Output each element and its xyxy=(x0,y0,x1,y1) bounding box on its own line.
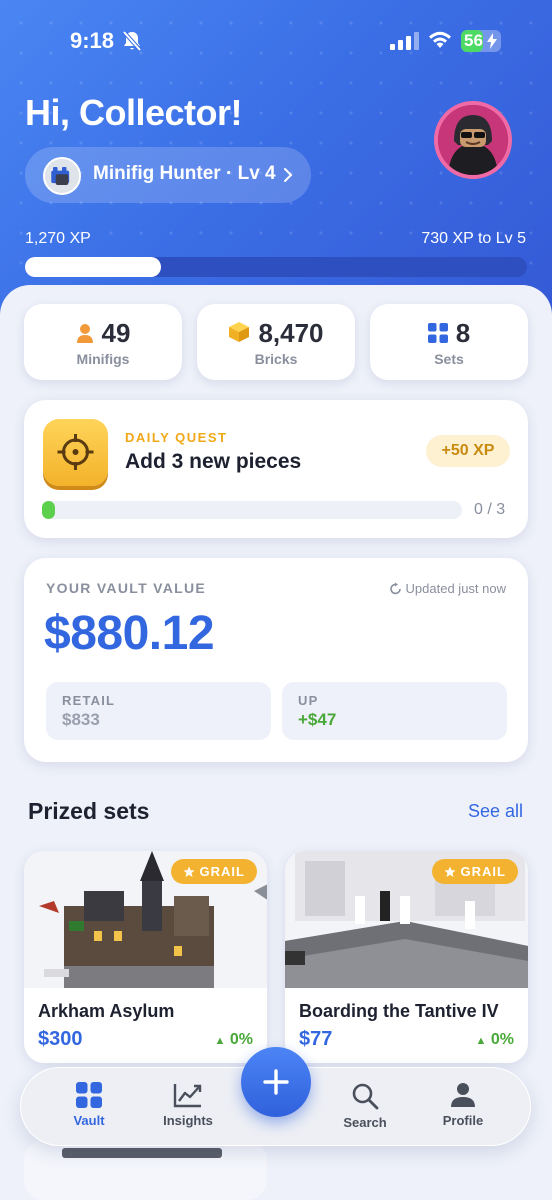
up-box: UP +$47 xyxy=(282,682,507,740)
charging-bolt-icon xyxy=(487,33,497,49)
set-change: ▲ 0% xyxy=(476,1031,514,1049)
tab-profile-label: Profile xyxy=(442,1113,484,1128)
quest-kicker: DAILY QUEST xyxy=(125,430,228,445)
quest-progress-count: 0 / 3 xyxy=(474,501,506,518)
stat-sets-label: Sets xyxy=(434,351,464,367)
vault-value-card[interactable]: YOUR VAULT VALUE Updated just now $880.1… xyxy=(24,558,528,762)
set-card-arkham-asylum[interactable]: GRAIL Arkham Asylum $300 ▲ 0% xyxy=(24,851,267,1063)
set-change-value: 0% xyxy=(490,1031,514,1048)
xp-progress-fill xyxy=(25,257,161,277)
set-name: Boarding the Tantive IV xyxy=(299,1001,499,1021)
set-name: Arkham Asylum xyxy=(38,1001,175,1021)
retail-box: RETAIL $833 xyxy=(46,682,271,740)
crosshair-icon xyxy=(43,419,108,486)
up-value: +$47 xyxy=(298,710,337,729)
quest-reward-badge: +50 XP xyxy=(426,435,510,467)
avatar[interactable] xyxy=(434,101,512,179)
quest-progress-fill xyxy=(42,501,55,519)
bell-off-icon xyxy=(122,30,142,52)
grid-icon xyxy=(427,323,448,343)
status-time: 9:18 xyxy=(70,28,115,53)
grail-badge: GRAIL xyxy=(170,859,257,884)
xp-current: 1,270 XP xyxy=(25,230,91,247)
add-button[interactable] xyxy=(241,1047,311,1117)
person-icon xyxy=(76,324,93,343)
star-icon xyxy=(444,866,456,877)
stat-bricks-label: Bricks xyxy=(254,351,298,367)
set-card-boarding-the-tantive-iv[interactable]: GRAIL Boarding the Tantive IV $77 ▲ 0% xyxy=(285,851,528,1063)
daily-quest-card[interactable]: DAILY QUEST Add 3 new pieces +50 XP 0 / … xyxy=(24,400,528,538)
triangle-up-icon: ▲ xyxy=(475,1035,487,1047)
tab-vault-label: Vault xyxy=(73,1113,105,1128)
search-icon xyxy=(352,1083,379,1110)
greeting-title: Hi, Collector! xyxy=(25,92,243,133)
cube-icon xyxy=(229,322,250,342)
grail-badge: GRAIL xyxy=(431,859,518,884)
xp-progress-bar xyxy=(25,257,527,277)
tab-profile[interactable]: Profile xyxy=(418,1082,508,1138)
vault-updated: Updated just now xyxy=(389,581,506,596)
prized-sets-title: Prized sets xyxy=(28,798,150,824)
next-set-image-peek xyxy=(62,1148,222,1158)
stat-sets-value: 8 xyxy=(455,318,471,348)
stat-minifigs[interactable]: 49 Minifigs xyxy=(24,304,182,380)
set-change: ▲ 0% xyxy=(215,1031,253,1049)
stat-sets[interactable]: 8 Sets xyxy=(370,304,528,380)
up-label: UP xyxy=(298,693,319,708)
minifig-avatar-icon xyxy=(438,105,508,175)
rank-pill[interactable]: Minifig Hunter · Lv 4 xyxy=(25,147,311,203)
wifi-icon xyxy=(429,31,451,48)
rank-label: Minifig Hunter · Lv 4 xyxy=(93,163,276,184)
header-hero: 9:18 56 Hi, Collector! Minifig Hunter · … xyxy=(0,0,552,330)
grail-badge-label: GRAIL xyxy=(199,864,245,879)
see-all-link[interactable]: See all xyxy=(468,801,523,822)
quest-progress-bar xyxy=(42,501,462,519)
set-change-value: 0% xyxy=(229,1031,253,1048)
tab-insights[interactable]: Insights xyxy=(143,1082,233,1138)
tab-search[interactable]: Search xyxy=(320,1082,410,1138)
tab-insights-label: Insights xyxy=(163,1113,213,1128)
stat-bricks[interactable]: 8,470 Bricks xyxy=(197,304,355,380)
vault-total-value: $880.12 xyxy=(44,607,215,660)
xp-to-next-level: 730 XP to Lv 5 xyxy=(421,230,526,247)
profile-icon xyxy=(451,1083,475,1107)
chart-icon xyxy=(173,1084,202,1108)
star-icon xyxy=(183,866,195,877)
set-price: $77 xyxy=(299,1028,333,1050)
grid-icon xyxy=(76,1082,102,1108)
battery-level: 56 xyxy=(464,31,483,50)
quest-title: Add 3 new pieces xyxy=(125,450,302,473)
signal-icon xyxy=(390,32,419,50)
stat-bricks-value: 8,470 xyxy=(258,318,324,348)
chevron-right-icon xyxy=(284,168,293,182)
retail-value: $833 xyxy=(62,710,100,729)
vault-kicker: YOUR VAULT VALUE xyxy=(46,580,207,596)
rank-badge-icon xyxy=(43,157,81,195)
set-price: $300 xyxy=(38,1028,83,1050)
refresh-icon xyxy=(389,582,401,595)
tab-vault[interactable]: Vault xyxy=(44,1082,134,1138)
plus-icon xyxy=(263,1069,289,1095)
triangle-up-icon: ▲ xyxy=(214,1035,226,1047)
grail-badge-label: GRAIL xyxy=(460,864,506,879)
stat-minifigs-value: 49 xyxy=(101,318,131,348)
tab-search-label: Search xyxy=(343,1115,387,1130)
retail-label: RETAIL xyxy=(62,693,116,708)
vault-updated-text: Updated just now xyxy=(405,581,506,596)
stat-minifigs-label: Minifigs xyxy=(76,351,130,367)
